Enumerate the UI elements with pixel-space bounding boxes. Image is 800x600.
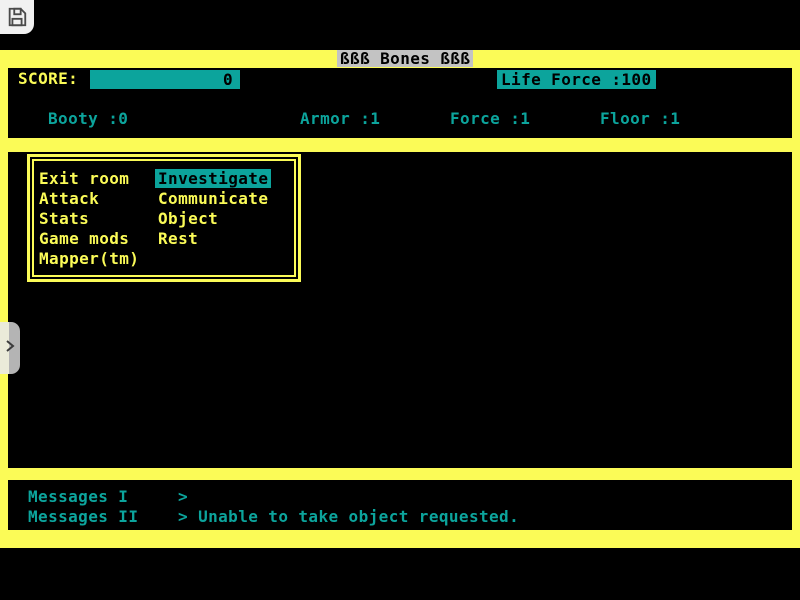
life-force-badge: Life Force :100 — [497, 70, 656, 89]
chevron-right-icon — [0, 337, 18, 359]
menu-row: Exit room Investigate — [34, 169, 294, 189]
menu-item-object[interactable]: Object — [158, 209, 218, 229]
save-button[interactable] — [0, 0, 34, 34]
messages-i-label: Messages I — [28, 488, 128, 506]
menu-item-mapper[interactable]: Mapper(tm) — [39, 249, 158, 269]
menu-item-exit-room[interactable]: Exit room — [39, 169, 158, 189]
menu-item-rest[interactable]: Rest — [158, 229, 198, 249]
status-panel: SCORE: 0 Life Force :100 Booty :0 Armor … — [8, 68, 792, 138]
menu-item-game-mods[interactable]: Game mods — [39, 229, 158, 249]
menu-item-stats[interactable]: Stats — [39, 209, 158, 229]
menu-row: Mapper(tm) — [34, 249, 294, 269]
expand-panel-tab[interactable] — [0, 322, 20, 374]
stat-floor: Floor :1 — [600, 110, 680, 128]
menu-row: Attack Communicate — [34, 189, 294, 209]
menu-row: Game mods Rest — [34, 229, 294, 249]
main-panel: Exit room Investigate Attack Communicate… — [8, 152, 792, 468]
floppy-disk-icon — [6, 6, 28, 28]
stat-force: Force :1 — [450, 110, 530, 128]
stat-armor: Armor :1 — [300, 110, 380, 128]
stat-booty: Booty :0 — [48, 110, 128, 128]
messages-ii-label: Messages II — [28, 508, 138, 526]
messages-panel: Messages I > Messages II > Unable to tak… — [8, 480, 792, 530]
score-label: SCORE: — [18, 70, 78, 88]
selected-menu-item[interactable]: Investigate — [155, 169, 271, 188]
command-menu: Exit room Investigate Attack Communicate… — [27, 154, 301, 282]
menu-row: Stats Object — [34, 209, 294, 229]
menu-item-attack[interactable]: Attack — [39, 189, 158, 209]
menu-item-investigate[interactable]: Investigate — [158, 169, 271, 189]
command-menu-inner: Exit room Investigate Attack Communicate… — [32, 159, 296, 277]
game-title: ßßß Bones ßßß — [337, 50, 473, 67]
messages-ii-text: > Unable to take object requested. — [178, 508, 519, 526]
score-bar: 0 — [90, 70, 240, 89]
menu-item-communicate[interactable]: Communicate — [158, 189, 268, 209]
game-screen: ßßß Bones ßßß SCORE: 0 Life Force :100 B… — [0, 50, 800, 548]
messages-i-text: > — [178, 488, 188, 506]
